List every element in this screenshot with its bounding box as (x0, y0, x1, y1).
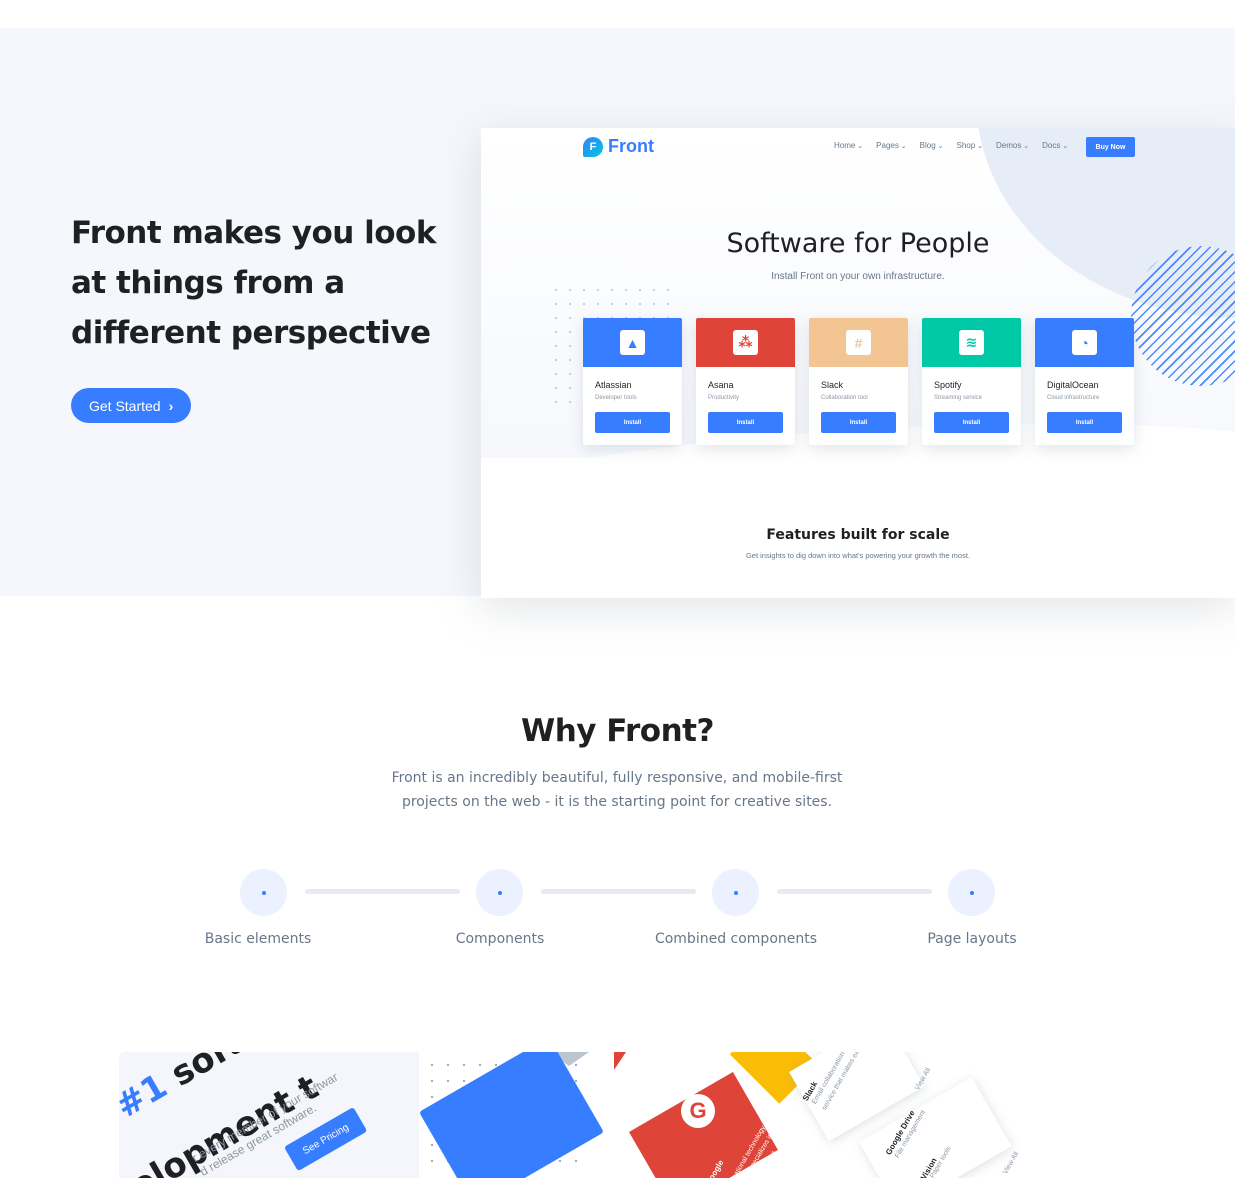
step-connector (305, 889, 460, 894)
card-description: Developer tools (595, 395, 637, 401)
card-description: Cloud infrastructure (1047, 395, 1100, 401)
why-title: Why Front? (521, 713, 714, 749)
why-description: Front is an incredibly beautiful, fully … (391, 770, 843, 810)
hero-title: Front makes you look at things from a di… (71, 215, 436, 351)
card-name: DigitalOcean (1047, 380, 1099, 390)
preview-features-subtitle: Get insights to dig down into what's pow… (745, 551, 971, 560)
preview-menu: Home Pages Blog Shop Demos Docs (834, 141, 1068, 150)
asana-icon: ⁂ (733, 330, 758, 355)
app-card-atlassian: ▲ Atlassian Developer tools Install (583, 318, 682, 445)
step-connector (777, 889, 932, 894)
google-icon: G (681, 1094, 715, 1128)
step-page-layouts-icon[interactable] (948, 869, 995, 916)
card-header: ≋ (922, 318, 1021, 367)
card-header: ▲ (583, 318, 682, 367)
preview-menu-home[interactable]: Home (834, 141, 863, 150)
preview-buy-now-button[interactable]: Buy Now (1086, 137, 1135, 157)
card-description: Collaboration tool (821, 395, 868, 401)
step-label-combined-components[interactable]: Combined components (636, 931, 836, 947)
app-card-slack: # Slack Collaboration tool Install (809, 318, 908, 445)
preview-logo-text: Front (608, 136, 654, 156)
step-label-components[interactable]: Components (400, 931, 600, 947)
preview-features-title: Features built for scale (766, 527, 950, 543)
preview-menu-blog[interactable]: Blog (920, 141, 944, 150)
chevron-right-icon: › (168, 397, 174, 414)
step-basic-elements-icon[interactable] (240, 869, 287, 916)
install-button[interactable]: Install (595, 412, 670, 433)
app-card-spotify: ≋ Spotify Streaming service Install (922, 318, 1021, 445)
step-dot-icon (733, 890, 738, 895)
step-label-page-layouts[interactable]: Page layouts (872, 931, 1072, 947)
step-dot-icon (261, 890, 266, 895)
preview-menu-demos[interactable]: Demos (996, 141, 1029, 150)
preview-menu-shop[interactable]: Shop (956, 141, 983, 150)
card-description: Productivity (708, 395, 740, 401)
preview-menu-docs[interactable]: Docs (1042, 141, 1068, 150)
step-components-icon[interactable] (476, 869, 523, 916)
card-name: Asana (708, 380, 734, 390)
card-name: Slack (821, 380, 844, 390)
step-combined-components-icon[interactable] (712, 869, 759, 916)
install-button[interactable]: Install (934, 412, 1009, 433)
card-header: # (809, 318, 908, 367)
card-name: Spotify (934, 380, 962, 390)
showcase-image: #1 softw elopment t r every member of yo… (119, 1052, 1119, 1178)
install-button[interactable]: Install (1047, 412, 1122, 433)
preview-subtitle: Install Front on your own infrastructure… (771, 271, 945, 282)
app-card-asana: ⁂ Asana Productivity Install (696, 318, 795, 445)
card-description: Streaming service (934, 395, 983, 401)
app-card-digitalocean: ◔ DigitalOcean Cloud infrastructure Inst… (1035, 318, 1134, 445)
step-label-basic-elements[interactable]: Basic elements (158, 931, 358, 947)
get-started-label: Get Started (89, 397, 161, 414)
front-logo-icon: F (583, 136, 603, 157)
step-dot-icon (969, 890, 974, 895)
get-started-button[interactable]: Get Started › (71, 388, 192, 423)
card-header: ◔ (1035, 318, 1134, 367)
install-button[interactable]: Install (821, 412, 896, 433)
showcase-tag: View All (1002, 1150, 1021, 1176)
card-name: Atlassian (595, 380, 632, 390)
preview-menu-pages[interactable]: Pages (876, 141, 907, 150)
digitalocean-icon: ◔ (1072, 330, 1097, 355)
preview-logo[interactable]: F Front (583, 136, 654, 157)
spotify-icon: ≋ (959, 330, 984, 355)
install-button[interactable]: Install (708, 412, 783, 433)
preview-window: F Front Home Pages Blog Shop Demos Docs … (481, 128, 1235, 598)
slack-icon: # (846, 330, 871, 355)
showcase-red-triangle (614, 1052, 626, 1070)
step-connector (541, 889, 696, 894)
preview-navbar: F Front Home Pages Blog Shop Demos Docs … (481, 128, 1235, 166)
preview-title: Software for People (726, 228, 990, 259)
step-dot-icon (497, 890, 502, 895)
preview-app-cards: ▲ Atlassian Developer tools Install ⁂ As… (583, 318, 1134, 445)
card-header: ⁂ (696, 318, 795, 367)
atlassian-icon: ▲ (620, 330, 645, 355)
